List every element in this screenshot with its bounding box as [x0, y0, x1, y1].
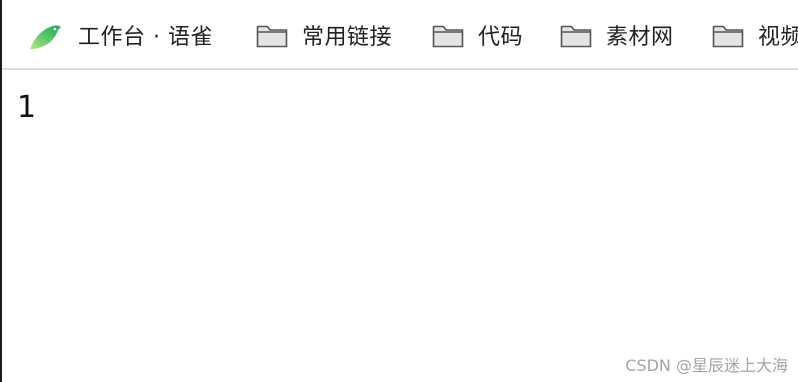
bookmark-label: 素材网	[606, 25, 674, 50]
bookmark-folder-code[interactable]: 代码	[432, 22, 523, 54]
bookmark-folder-common-links[interactable]: 常用链接	[256, 22, 392, 54]
bookmark-yuque-workbench[interactable]: 工作台 · 语雀	[28, 22, 213, 54]
bookmark-label: 视频	[758, 25, 798, 50]
bookmark-folder-assets[interactable]: 素材网	[560, 22, 674, 54]
bookmark-label: 工作台 · 语雀	[78, 25, 213, 50]
page-content: 1 CSDN @星辰迷上大海	[2, 70, 798, 382]
watermark: CSDN @星辰迷上大海	[625, 356, 788, 375]
bookmarks-bar: 工作台 · 语雀 常用链接 代码 素材网 视	[2, 0, 798, 70]
folder-icon	[560, 23, 592, 53]
page-text: 1	[17, 90, 37, 125]
folder-icon	[712, 23, 744, 53]
bookmark-folder-video[interactable]: 视频	[712, 22, 798, 54]
folder-icon	[256, 23, 288, 53]
folder-icon	[432, 23, 464, 53]
bookmark-label: 代码	[478, 25, 524, 50]
bookmark-label: 常用链接	[302, 25, 393, 50]
yuque-bird-icon	[28, 21, 64, 55]
